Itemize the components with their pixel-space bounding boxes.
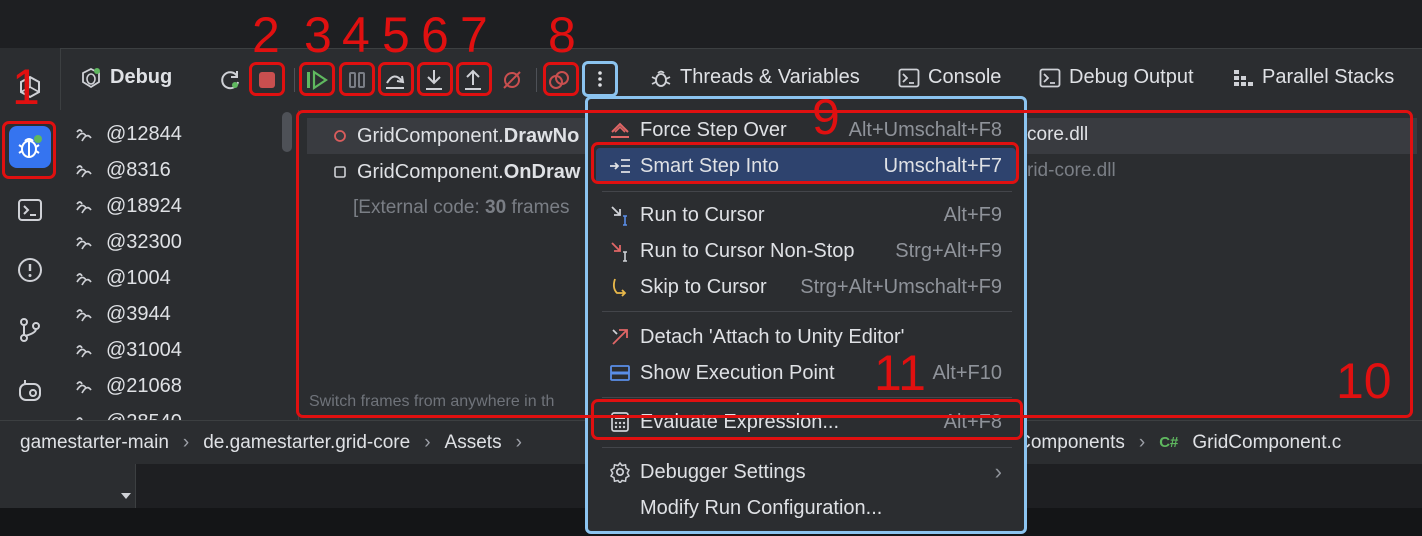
chevron-right-icon: › xyxy=(1138,431,1146,453)
thread-name: @32300 xyxy=(106,230,182,253)
top-strip xyxy=(0,0,1422,48)
thread-icon xyxy=(76,237,92,250)
thread-icon xyxy=(76,165,92,178)
annotation-box xyxy=(543,62,579,96)
mute-breakpoints-icon xyxy=(503,71,521,89)
menu-item-label: Debugger Settings xyxy=(640,460,806,483)
menu-item-debugger-settings[interactable]: Debugger Settings › xyxy=(596,454,1016,490)
annotation-box xyxy=(299,62,335,96)
menu-item-label: Modify Run Configuration... xyxy=(640,496,883,519)
more-actions-button[interactable] xyxy=(582,61,618,97)
annotation-number: 11 xyxy=(874,345,926,401)
thread-icon xyxy=(76,129,92,142)
thread-icon xyxy=(76,381,92,394)
annotation-box xyxy=(339,62,375,96)
breadcrumb-item[interactable]: gamestarter-main xyxy=(20,432,169,454)
annotation-box xyxy=(417,62,453,96)
menu-separator xyxy=(602,447,1012,448)
tab-label: Debug Output xyxy=(1069,66,1194,88)
stacks-icon xyxy=(1234,69,1253,86)
annotation-number: 5 xyxy=(382,7,410,63)
threads-list: @12844 @8316 @18924 @32300 @1004 @3944 @… xyxy=(60,110,296,420)
tab-threads-variables[interactable]: Threads & Variables xyxy=(650,66,860,89)
thread-item[interactable]: @1004 xyxy=(60,260,296,296)
breadcrumb-item[interactable]: Assets xyxy=(445,432,502,454)
annotation-number: 10 xyxy=(1336,353,1392,409)
thread-icon xyxy=(76,309,92,322)
editor-gutter xyxy=(0,464,136,508)
thread-item[interactable]: @31004 xyxy=(60,332,296,368)
thread-icon xyxy=(76,273,92,286)
debug-title-icon xyxy=(82,67,100,88)
annotation-box xyxy=(2,121,56,179)
annotation-box xyxy=(249,62,285,96)
menu-item-modify-run-configuration[interactable]: Modify Run Configuration... xyxy=(596,490,1016,526)
thread-name: @8316 xyxy=(106,158,171,181)
thread-item[interactable]: @3944 xyxy=(60,296,296,332)
thread-icon xyxy=(76,345,92,358)
thread-name: @21068 xyxy=(106,374,182,397)
threads-scrollbar[interactable] xyxy=(282,112,292,152)
annotation-number: 3 xyxy=(304,7,332,63)
thread-icon xyxy=(76,417,83,420)
gear-icon xyxy=(609,461,631,483)
toolbar-separator xyxy=(536,68,537,92)
tab-console[interactable]: Console xyxy=(898,66,1001,89)
annotation-number: 6 xyxy=(421,7,449,63)
tab-label: Threads & Variables xyxy=(680,66,860,88)
tab-label: Console xyxy=(928,66,1002,88)
thread-icon xyxy=(76,201,92,214)
breadcrumb-item[interactable]: GridComponent.c xyxy=(1192,432,1341,454)
annotation-number: 4 xyxy=(342,7,370,63)
annotation-number: 8 xyxy=(548,7,576,63)
bug-icon xyxy=(651,70,671,87)
more-vertical-icon xyxy=(598,71,602,87)
breadcrumb-item[interactable]: de.gamestarter.grid-core xyxy=(203,432,410,454)
thread-item[interactable]: @8316 xyxy=(60,152,296,188)
thread-item[interactable]: @21068 xyxy=(60,368,296,404)
annotation-number: 2 xyxy=(252,7,280,63)
csharp-icon: C# xyxy=(1159,434,1179,451)
chevron-right-icon: › xyxy=(424,431,431,453)
annotation-box xyxy=(456,62,492,96)
thread-item[interactable]: @18924 xyxy=(60,188,296,224)
thread-name: @1004 xyxy=(106,266,171,289)
git-icon[interactable] xyxy=(9,309,51,351)
rerun-button[interactable] xyxy=(214,65,248,95)
thread-name: @28540 xyxy=(106,411,182,421)
problems-icon[interactable] xyxy=(9,249,51,291)
thread-name: @31004 xyxy=(106,338,182,361)
thread-item[interactable]: @12844 xyxy=(60,116,296,152)
caret-down-icon xyxy=(121,493,131,499)
terminal-icon xyxy=(1039,68,1061,87)
annotation-box xyxy=(591,142,1019,184)
mute-breakpoints-button[interactable] xyxy=(495,65,529,95)
debug-title: Debug xyxy=(80,66,172,89)
breadcrumb-item[interactable]: Components xyxy=(1017,432,1125,454)
services-icon[interactable] xyxy=(9,369,51,411)
rerun-icon xyxy=(221,71,239,90)
chevron-right-icon: › xyxy=(994,459,1002,484)
terminal-icon[interactable] xyxy=(9,189,51,231)
annotation-number: 9 xyxy=(812,89,840,145)
debug-title-text: Debug xyxy=(110,66,173,88)
thread-name: @18924 xyxy=(106,194,182,217)
annotation-box xyxy=(378,62,414,96)
annotation-number: 1 xyxy=(12,59,40,115)
thread-name: @3944 xyxy=(106,302,171,325)
thread-item[interactable]: @32300 xyxy=(60,224,296,260)
tab-debug-output[interactable]: Debug Output xyxy=(1039,66,1194,89)
thread-name: @12844 xyxy=(106,122,182,145)
annotation-box xyxy=(591,399,1023,440)
thread-item[interactable]: @28540 xyxy=(60,404,296,420)
toolbar-separator xyxy=(294,68,295,92)
tab-label: Parallel Stacks xyxy=(1262,66,1395,88)
tab-parallel-stacks[interactable]: Parallel Stacks xyxy=(1232,66,1394,89)
terminal-icon xyxy=(898,68,920,87)
chevron-right-icon: › xyxy=(182,431,190,453)
chevron-right-icon: › xyxy=(515,431,522,453)
annotation-number: 7 xyxy=(460,7,488,63)
